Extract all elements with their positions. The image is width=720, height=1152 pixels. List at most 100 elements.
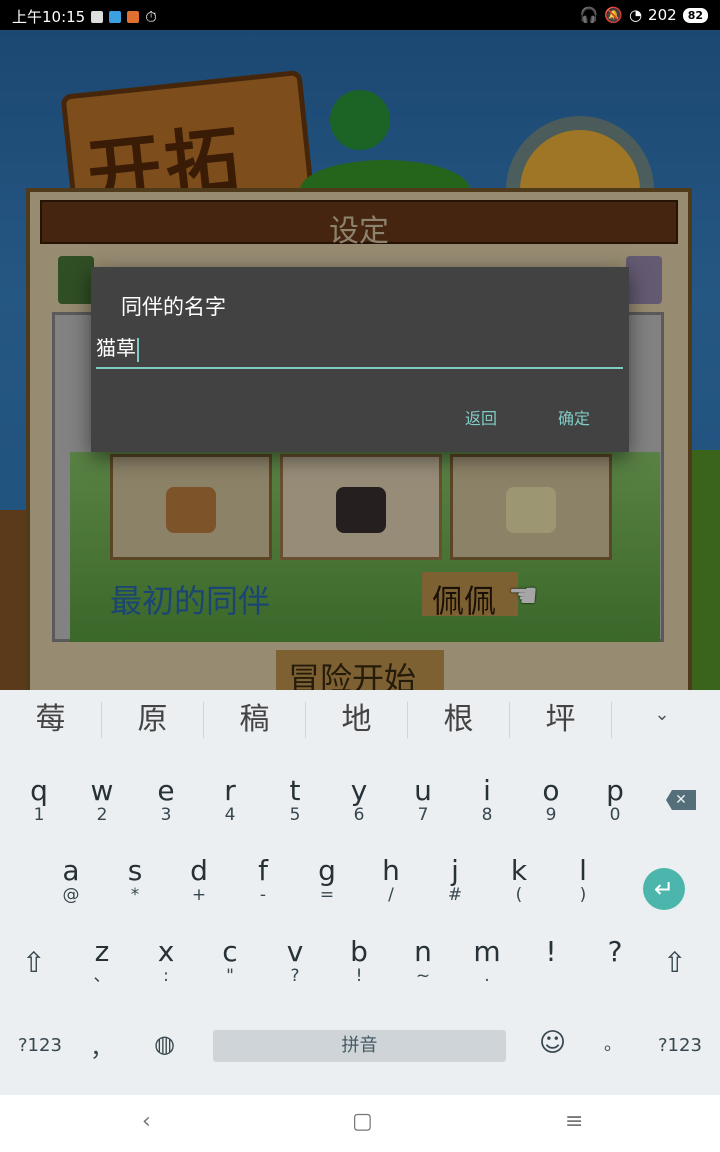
key-g[interactable]: g = — [307, 854, 347, 905]
key-main-label: c — [222, 935, 238, 968]
key-q[interactable]: q1 — [19, 774, 59, 825]
shift-icon: ⇧ — [663, 946, 687, 979]
menu-nav-icon[interactable]: ≡ — [565, 1109, 583, 1134]
key-sub-label: : — [163, 966, 169, 986]
key-main-label: p — [606, 774, 624, 807]
key-main-label: ? — [607, 935, 623, 968]
key-main-label: d — [190, 854, 208, 887]
key-sub-label: 0 — [609, 805, 621, 825]
key-sub-label: 4 — [224, 805, 236, 825]
key-main-label: l — [579, 854, 587, 887]
emoji-icon[interactable]: ☺ — [539, 1028, 566, 1058]
dialog-title: 同伴的名字 — [121, 295, 226, 319]
key-sub-label: @ — [62, 885, 80, 905]
key-w[interactable]: w2 — [82, 774, 122, 825]
back-nav-icon[interactable]: ‹ — [142, 1109, 151, 1134]
key-main-label: b — [350, 935, 368, 968]
key-y[interactable]: y6 — [339, 774, 379, 825]
period-key[interactable]: 。 — [604, 1030, 622, 1056]
shift-key-left[interactable]: ⇧ — [22, 946, 45, 979]
key-main-label: ! — [545, 935, 557, 968]
key-sub-label: ) — [579, 885, 587, 905]
key-sub-label: 、 — [93, 966, 111, 986]
key-i[interactable]: i8 — [467, 774, 507, 825]
candidate-bar: 莓 原 稿 地 根 坪 — [0, 690, 720, 750]
key-x[interactable]: x: — [146, 937, 186, 986]
key-sub-label: 2 — [96, 805, 108, 825]
headset-icon: 🎧 — [579, 6, 599, 24]
key-k[interactable]: k( — [499, 856, 539, 905]
key-main-label: u — [414, 774, 432, 807]
key-exclamation[interactable]: ! — [531, 937, 571, 967]
battery-icon: 82 — [682, 7, 708, 23]
key-r[interactable]: r4 — [210, 774, 250, 825]
key-main-label: y — [350, 774, 368, 807]
key-sub-label: " — [226, 966, 234, 986]
key-main-label: g — [318, 854, 336, 887]
backspace-icon[interactable]: ✕ — [666, 790, 696, 810]
globe-icon[interactable]: ◍ — [154, 1030, 175, 1058]
app-notification-icon — [127, 10, 140, 23]
key-main-label: f — [258, 854, 268, 887]
key-b[interactable]: b! — [339, 935, 379, 986]
candidate-word[interactable]: 莓 — [0, 702, 102, 738]
key-l[interactable]: l) — [563, 854, 603, 905]
enter-key[interactable]: ↵ — [643, 868, 685, 910]
key-c[interactable]: c " — [210, 935, 250, 986]
space-key[interactable]: 拼音 — [213, 1030, 506, 1062]
home-nav-icon[interactable]: ▢ — [352, 1109, 373, 1134]
key-main-label: i — [483, 774, 491, 807]
comma-key[interactable]: ， — [90, 1028, 114, 1063]
key-main-label: s — [127, 854, 143, 887]
key-v[interactable]: v? — [275, 937, 315, 986]
mute-icon: 🔕 — [604, 6, 623, 24]
key-main-label: q — [30, 774, 48, 807]
key-sub-label: 1 — [33, 805, 45, 825]
signal-label: 202 — [648, 6, 677, 24]
key-sub-label: # — [447, 885, 463, 905]
shift-key-right[interactable]: ⇧ — [663, 946, 686, 979]
name-input-value: 猫草 — [96, 336, 136, 360]
back-button[interactable]: 返回 — [465, 405, 497, 429]
symbols-key-right[interactable]: ?123 — [658, 1035, 702, 1056]
key-main-label: e — [157, 774, 175, 807]
name-input[interactable]: 猫草 — [96, 333, 623, 369]
key-o[interactable]: o9 — [531, 774, 571, 825]
key-question[interactable]: ? — [595, 937, 635, 967]
key-z[interactable]: z、 — [82, 935, 122, 986]
key-sub-label: ? — [290, 966, 300, 986]
candidate-word[interactable]: 原 — [102, 702, 204, 738]
key-m[interactable]: m. — [467, 935, 507, 986]
key-u[interactable]: u7 — [403, 774, 443, 825]
key-main-label: h — [382, 854, 400, 887]
confirm-button[interactable]: 确定 — [558, 405, 590, 429]
soft-keyboard: 莓 原 稿 地 根 坪 ⌄ q 1 w 2 e 3 r 4 t 5 y 6 u 7 i 8 o 9 p 0 a @ s * d +… — [0, 690, 720, 1095]
candidate-word[interactable]: 根 — [408, 702, 510, 738]
key-n[interactable]: n ~ — [403, 935, 443, 986]
chevron-down-icon[interactable]: ⌄ — [642, 704, 682, 736]
key-sub-label: ~ — [415, 966, 431, 986]
key-sub-label: / — [388, 885, 394, 905]
candidate-word[interactable]: 稿 — [204, 702, 306, 738]
key-s[interactable]: s * — [115, 854, 155, 905]
candidate-word[interactable]: 地 — [306, 702, 408, 738]
key-main-label: z — [94, 935, 110, 968]
key-j[interactable]: j # — [435, 856, 475, 905]
key-main-label: w — [90, 774, 114, 807]
name-dialog: 同伴的名字 猫草 返回 确定 — [91, 267, 629, 452]
key-main-label: m — [473, 935, 501, 968]
key-main-label: r — [224, 774, 236, 807]
key-a[interactable]: a @ — [51, 856, 91, 905]
key-f[interactable]: f- — [243, 854, 283, 905]
candidate-word[interactable]: 坪 — [510, 702, 612, 738]
key-d[interactable]: d + — [179, 854, 219, 905]
key-main-label: o — [542, 774, 560, 807]
key-main-label: n — [414, 935, 432, 968]
key-h[interactable]: h / — [371, 854, 411, 905]
status-bar: 上午10:15 ⏱ 🎧 🔕 ◔ 202 82 — [0, 0, 720, 30]
alarm-icon: ⏱ — [145, 7, 157, 26]
key-t[interactable]: t5 — [275, 776, 315, 825]
key-e[interactable]: e3 — [146, 774, 186, 825]
key-p[interactable]: p0 — [595, 774, 635, 825]
symbols-key-left[interactable]: ?123 — [18, 1035, 62, 1056]
